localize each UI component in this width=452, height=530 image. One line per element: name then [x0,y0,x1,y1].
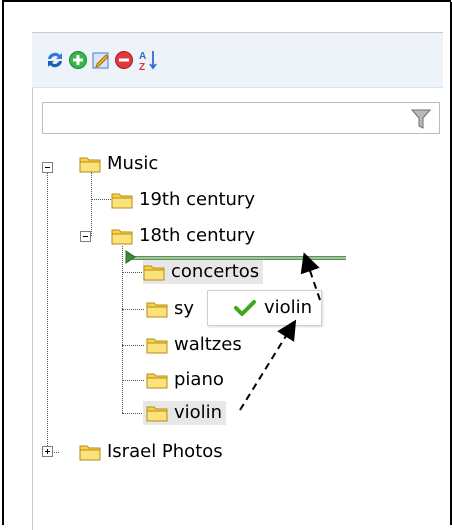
edit-pencil-icon [92,52,109,69]
folder-icon [146,338,168,354]
folder-icon [111,229,133,245]
node-label: 19th century [139,189,255,210]
delete-button[interactable] [113,49,135,71]
sort-button[interactable]: A Z [138,49,160,71]
tree-connector [122,345,144,346]
drop-arrow-icon [125,250,136,264]
sort-az-icon: A Z [139,51,157,71]
toolbar: A Z [32,33,443,88]
tree-node-waltzes[interactable]: waltzes [146,333,242,357]
filter-funnel-icon [410,109,432,129]
tree-connector [122,309,144,310]
tree-node-violin[interactable]: violin [143,401,227,425]
node-label: piano [174,369,224,390]
tree-node-sy[interactable]: sy [146,297,194,321]
tree-connector [91,199,111,200]
folder-icon [146,373,168,389]
expander-18th-century[interactable] [80,231,91,242]
tree-node-18th-century[interactable]: 18th century [111,224,255,248]
svg-text:Z: Z [139,62,145,71]
plus-circle-icon [69,51,87,69]
filter-input[interactable] [47,106,411,132]
tree-node-19th-century[interactable]: 19th century [111,188,255,212]
node-label: concertos [171,261,260,282]
node-label: 18th century [139,225,255,246]
filter-button[interactable] [410,108,433,130]
node-label: sy [174,298,195,319]
minus-circle-icon [115,51,133,69]
tree-connector [122,380,144,381]
tree-connector [91,172,92,236]
refresh-icon [48,52,62,68]
filter-box [42,102,440,134]
folder-icon [79,157,101,173]
tree-connector [122,272,144,273]
checkmark-icon [234,300,256,316]
expander-israel-photos[interactable] [42,446,53,457]
folder-icon [79,445,101,461]
tree-node-israel-photos[interactable]: Israel Photos [79,440,223,464]
folder-icon [146,302,168,318]
tree-connector [122,413,144,414]
folder-icon [111,193,133,209]
svg-text:A: A [139,51,146,62]
tree-node-concertos[interactable]: concertos [143,260,264,284]
drag-proxy: violin [207,290,322,326]
expander-music[interactable] [42,162,53,173]
drop-indicator-line [132,256,346,260]
node-label: violin [174,402,223,423]
tree-node-piano[interactable]: piano [146,368,224,392]
tree-node-music[interactable]: Music [79,152,158,176]
node-label: Israel Photos [107,441,223,462]
folder-icon [146,406,168,422]
add-button[interactable] [67,49,89,71]
drag-proxy-label: violin [264,297,313,318]
node-label: waltzes [174,334,242,355]
tree-connector [47,168,48,452]
edit-button[interactable] [90,49,112,71]
node-label: Music [107,153,159,174]
refresh-button[interactable] [44,49,66,71]
folder-icon [143,265,165,281]
